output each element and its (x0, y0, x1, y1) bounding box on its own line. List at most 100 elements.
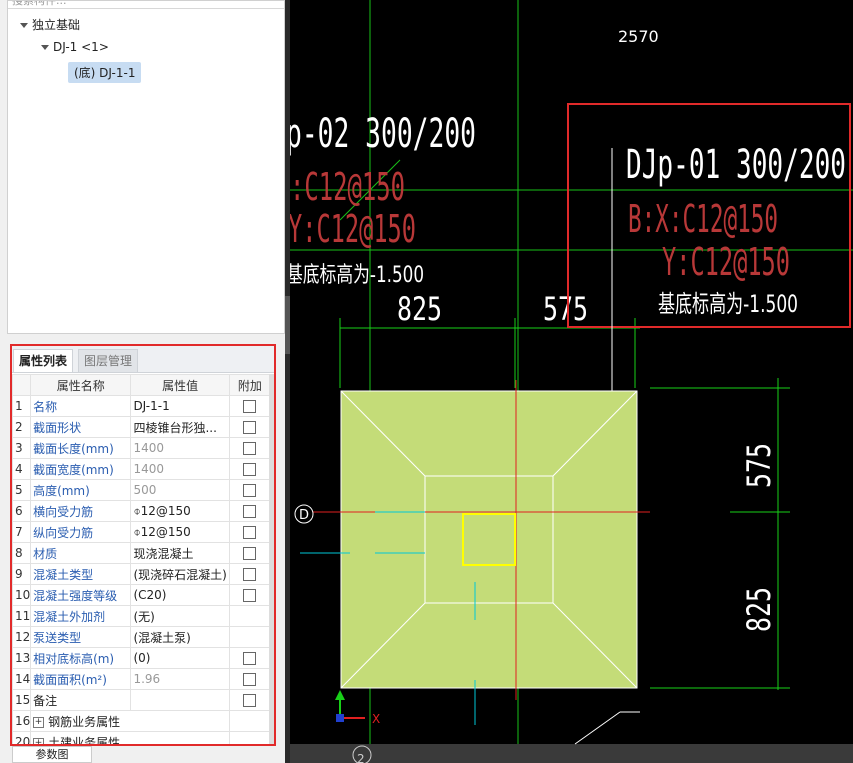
property-value[interactable]: ⌽12@150 (130, 500, 230, 522)
tree-node-child[interactable]: DJ-1 <1> (41, 40, 109, 54)
table-row[interactable]: 15 备注 (12, 689, 272, 711)
extra-checkbox[interactable] (243, 589, 257, 602)
right-rebar-y: Y:C12@150 (662, 240, 790, 284)
row-index: 5 (12, 479, 32, 501)
property-name: 截面形状 (30, 416, 132, 438)
property-name: 备注 (30, 689, 132, 711)
left-rebar-x: :C12@150 (290, 165, 405, 209)
row-index: 16 (12, 710, 32, 732)
table-row[interactable]: 4 截面宽度(mm) 1400 (12, 458, 272, 480)
table-row[interactable]: 12 泵送类型 (混凝土泵) (12, 626, 272, 648)
search-input[interactable]: 搜索构件... (12, 1, 67, 8)
extra-cell (228, 458, 272, 480)
extra-checkbox[interactable] (243, 568, 257, 581)
extra-checkbox[interactable] (243, 694, 257, 707)
table-row[interactable]: 13 相对底标高(m) (0) (12, 647, 272, 669)
property-name: 材质 (30, 542, 132, 564)
expand-icon[interactable] (41, 45, 49, 50)
row-index: 11 (12, 605, 32, 627)
header-index (12, 374, 32, 396)
extra-checkbox[interactable] (243, 673, 257, 686)
table-row[interactable]: 8 材质 现浇混凝土 (12, 542, 272, 564)
property-name: 混凝土类型 (30, 563, 132, 585)
search-bar[interactable]: 搜索构件... (8, 0, 284, 9)
property-value[interactable]: 1.96 (130, 668, 230, 690)
left-title: p-02 300/200 (290, 111, 476, 157)
extra-cell (228, 626, 272, 648)
property-group-label: 钢筋业务属性 (48, 714, 121, 729)
table-row[interactable]: 2 截面形状 四棱锥台形独... (12, 416, 272, 438)
extra-cell (228, 416, 272, 438)
property-name: + 钢筋业务属性 (30, 710, 230, 732)
property-value[interactable]: (C20) (130, 584, 230, 606)
property-value[interactable] (130, 689, 230, 711)
property-value[interactable]: 现浇混凝土 (130, 542, 230, 564)
property-value[interactable]: (无) (130, 605, 230, 627)
extra-checkbox[interactable] (243, 484, 257, 497)
expand-icon[interactable] (20, 23, 28, 28)
property-name: 名称 (30, 395, 132, 417)
row-index: 12 (12, 626, 32, 648)
property-name: 混凝土强度等级 (30, 584, 132, 606)
extra-cell (228, 437, 272, 459)
expand-plus-icon[interactable]: + (33, 737, 45, 744)
cad-drawing[interactable]: 2570 p-02 300/200 :C12@150 Y:C12@150 基底标… (290, 0, 853, 763)
table-row[interactable]: 14 截面面积(m²) 1.96 (12, 668, 272, 690)
table-row[interactable]: 1 名称 DJ-1-1 (12, 395, 272, 417)
extra-checkbox[interactable] (243, 400, 257, 413)
vdim-825-label: 825 (740, 587, 778, 632)
header-value: 属性值 (130, 374, 230, 396)
table-row[interactable]: 5 高度(mm) 500 (12, 479, 272, 501)
property-value[interactable]: 1400 (130, 437, 230, 459)
property-name: 横向受力筋 (30, 500, 132, 522)
property-value[interactable]: 四棱锥台形独... (130, 416, 230, 438)
extra-checkbox[interactable] (243, 463, 257, 476)
property-name: 截面长度(mm) (30, 437, 132, 459)
table-row[interactable]: 7 纵向受力筋 ⌽12@150 (12, 521, 272, 543)
property-value[interactable]: (混凝土泵) (130, 626, 230, 648)
extra-checkbox[interactable] (243, 547, 257, 560)
extra-checkbox[interactable] (243, 526, 257, 539)
table-row[interactable]: 20 + 土建业务属性 (12, 731, 272, 744)
property-value[interactable]: ⌽12@150 (130, 521, 230, 543)
header-name: 属性名称 (30, 374, 132, 396)
tab-property-list[interactable]: 属性列表 (13, 349, 74, 372)
right-title: DJp-01 300/200 (626, 142, 846, 188)
tab-layer-management[interactable]: 图层管理 (78, 349, 139, 373)
table-row[interactable]: 6 横向受力筋 ⌽12@150 (12, 500, 272, 522)
extra-checkbox[interactable] (243, 421, 257, 434)
property-value[interactable]: 500 (130, 479, 230, 501)
dim-825-label: 825 (397, 290, 442, 328)
scrollbar[interactable] (269, 374, 274, 744)
extra-checkbox[interactable] (243, 505, 257, 518)
table-row[interactable]: 9 混凝土类型 (现浇碎石混凝土) (12, 563, 272, 585)
table-row[interactable]: 16 + 钢筋业务属性 (12, 710, 272, 732)
tree-node-leaf-selected[interactable]: (底) DJ-1-1 (68, 62, 142, 83)
tab-parameter-diagram[interactable]: 参数图 (12, 746, 92, 763)
row-index: 9 (12, 563, 32, 585)
extra-checkbox[interactable] (243, 652, 257, 665)
property-value[interactable]: (现浇碎石混凝土) (130, 563, 230, 585)
table-row[interactable]: 3 截面长度(mm) 1400 (12, 437, 272, 459)
properties-panel: 属性列表 图层管理 属性名称 属性值 附加 1 名称 DJ-1-1 2 截面形状 四棱锥台… (10, 344, 276, 746)
bottom-strip (290, 744, 853, 763)
extra-cell (228, 710, 272, 732)
search-icon[interactable] (267, 0, 276, 1)
row-index: 4 (12, 458, 32, 480)
cad-canvas[interactable]: 2570 p-02 300/200 :C12@150 Y:C12@150 基底标… (290, 0, 853, 763)
property-value[interactable]: (0) (130, 647, 230, 669)
extra-checkbox[interactable] (243, 442, 257, 455)
property-value[interactable]: 1400 (130, 458, 230, 480)
grid-label-2: 2 (357, 752, 365, 763)
extra-cell (228, 584, 272, 606)
property-value[interactable]: DJ-1-1 (130, 395, 230, 417)
table-row[interactable]: 10 混凝土强度等级 (C20) (12, 584, 272, 606)
expand-plus-icon[interactable]: + (33, 716, 45, 728)
tree-node-root[interactable]: 独立基础 (20, 16, 80, 33)
grid-label-d: D (299, 508, 309, 523)
table-row[interactable]: 11 混凝土外加剂 (无) (12, 605, 272, 627)
header-extra: 附加 (228, 374, 272, 396)
property-name: 截面面积(m²) (30, 668, 132, 690)
extra-cell (228, 731, 272, 744)
extra-cell (228, 689, 272, 711)
